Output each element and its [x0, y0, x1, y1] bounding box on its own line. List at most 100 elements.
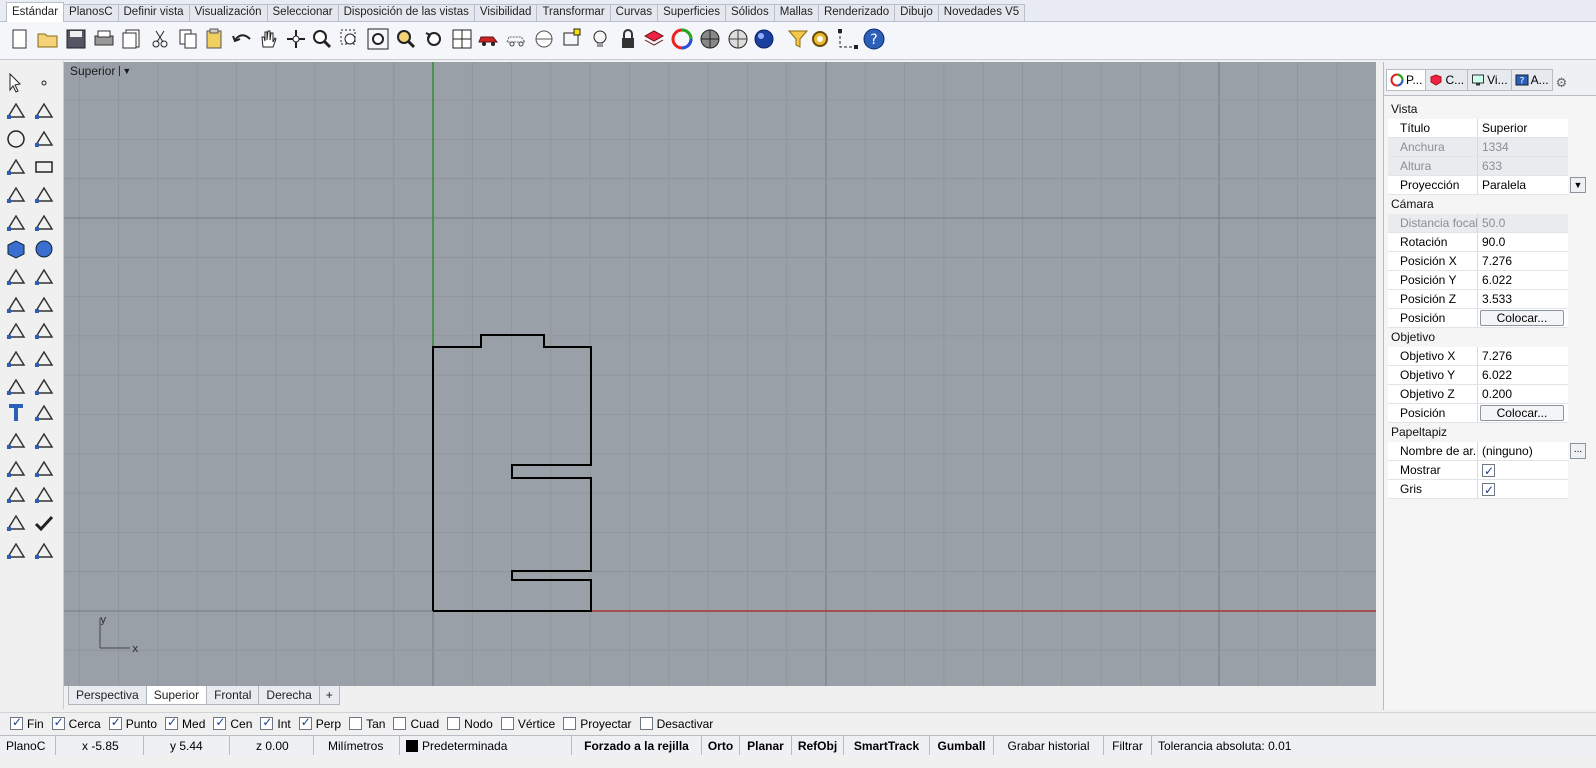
- panel-tab-properties[interactable]: P...: [1386, 69, 1427, 91]
- cut-icon[interactable]: [148, 27, 172, 51]
- osnap-11[interactable]: Proyectar: [563, 717, 632, 731]
- zoom-selected-icon[interactable]: [394, 27, 418, 51]
- dimension-vertical-icon[interactable]: [32, 483, 56, 507]
- polygon-icon[interactable]: [4, 155, 28, 179]
- status-smarttrack-button[interactable]: SmartTrack: [844, 736, 930, 755]
- open-folder-icon[interactable]: [36, 27, 60, 51]
- layer-icon[interactable]: [642, 27, 666, 51]
- box-solid-icon[interactable]: [4, 237, 28, 261]
- new-file-icon[interactable]: [8, 27, 32, 51]
- posy-field[interactable]: 6.022: [1478, 271, 1568, 289]
- box-edit-icon[interactable]: [4, 211, 28, 235]
- posx-field[interactable]: 7.276: [1478, 252, 1568, 270]
- render-icon[interactable]: [32, 539, 56, 563]
- trim-icon[interactable]: [4, 319, 28, 343]
- menu-tab-9[interactable]: Superficies: [657, 4, 726, 21]
- mesh-icon[interactable]: [32, 457, 56, 481]
- status-grid-snap-button[interactable]: Forzado a la rejilla: [572, 736, 702, 755]
- lock-icon[interactable]: [616, 27, 640, 51]
- menu-tab-12[interactable]: Renderizado: [817, 4, 896, 21]
- viewport-menu-caret-icon[interactable]: ▼: [119, 66, 131, 76]
- menu-tab-6[interactable]: Visibilidad: [473, 4, 538, 21]
- gris-checkbox[interactable]: [1482, 481, 1495, 499]
- osnap-checkbox[interactable]: [500, 717, 514, 730]
- check-icon[interactable]: [32, 511, 56, 535]
- objx-field[interactable]: 7.276: [1478, 347, 1568, 365]
- menu-tab-5[interactable]: Disposición de las vistas: [337, 4, 475, 21]
- menu-tab-13[interactable]: Dibujo: [894, 4, 939, 21]
- fillet-icon[interactable]: [32, 375, 56, 399]
- osnap-checkbox[interactable]: [165, 715, 179, 730]
- osnap-checkbox[interactable]: [349, 717, 363, 730]
- fillet-curve-icon[interactable]: [32, 183, 56, 207]
- group-icon[interactable]: [4, 429, 28, 453]
- menu-tab-11[interactable]: Mallas: [773, 4, 819, 21]
- status-cplane[interactable]: PlanoC: [0, 736, 56, 755]
- help-circle-icon[interactable]: ?: [862, 27, 886, 51]
- filter-icon[interactable]: [786, 27, 810, 51]
- status-history-button[interactable]: Grabar historial: [994, 736, 1104, 755]
- osnap-9[interactable]: Nodo: [447, 717, 493, 731]
- polyline-icon[interactable]: [4, 99, 28, 123]
- objy-field[interactable]: 6.022: [1478, 366, 1568, 384]
- osnap-checkbox[interactable]: [10, 715, 23, 730]
- menu-tab-4[interactable]: Seleccionar: [266, 4, 339, 21]
- osnap-2[interactable]: Punto: [108, 715, 157, 731]
- status-planar-button[interactable]: Planar: [740, 736, 792, 755]
- status-units[interactable]: Milímetros: [314, 736, 400, 755]
- menu-tab-7[interactable]: Transformar: [536, 4, 611, 21]
- undo-icon[interactable]: [230, 27, 254, 51]
- osnap-10[interactable]: Vértice: [500, 717, 555, 731]
- mostrar-checkbox[interactable]: [1482, 462, 1495, 480]
- array-icon[interactable]: [32, 347, 56, 371]
- layout-icon[interactable]: [32, 429, 56, 453]
- osnap-6[interactable]: Perp: [298, 715, 341, 731]
- boolean-icon[interactable]: [4, 347, 28, 371]
- zoom-icon[interactable]: [310, 27, 334, 51]
- camera-place-button[interactable]: Colocar...: [1480, 310, 1564, 326]
- cylinder-icon[interactable]: [4, 265, 28, 289]
- panel-tab-help[interactable]: ? A...: [1510, 69, 1553, 91]
- projection-dropdown-icon[interactable]: ▼: [1570, 177, 1586, 193]
- viewport-tab-perspectiva[interactable]: Perspectiva: [68, 686, 147, 705]
- light-bulb-icon[interactable]: [588, 27, 612, 51]
- projection-select[interactable]: Paralela ▼: [1478, 176, 1586, 194]
- select-arrow-icon[interactable]: [4, 71, 28, 95]
- osnap-checkbox[interactable]: [213, 715, 227, 730]
- solid-tools-icon[interactable]: [4, 539, 28, 563]
- undo-view-icon[interactable]: [422, 27, 446, 51]
- save-icon[interactable]: [64, 27, 88, 51]
- zoom-extents-icon[interactable]: [366, 27, 390, 51]
- menu-tab-0[interactable]: Estándar: [6, 2, 65, 22]
- viewport-canvas[interactable]: yx: [64, 62, 1376, 686]
- sphere-shaded-icon[interactable]: [698, 27, 722, 51]
- viewport-title-label[interactable]: Superior: [70, 64, 115, 78]
- osnap-8[interactable]: Cuad: [393, 717, 439, 731]
- surface-icon[interactable]: [32, 265, 56, 289]
- osnap-checkbox[interactable]: [260, 715, 274, 730]
- offset-icon[interactable]: [4, 375, 28, 399]
- viewport-title[interactable]: Superior ▼: [70, 64, 131, 78]
- menu-tab-14[interactable]: Novedades V5: [937, 4, 1026, 21]
- add-viewport-tab-icon[interactable]: +: [318, 686, 340, 705]
- wireframe-car-icon[interactable]: [504, 27, 528, 51]
- split-icon[interactable]: [32, 319, 56, 343]
- browse-button[interactable]: ...: [1570, 443, 1586, 459]
- row-titulo-value[interactable]: Superior: [1478, 119, 1568, 137]
- grid-array-icon[interactable]: [4, 483, 28, 507]
- gear-settings-icon[interactable]: [4, 293, 28, 317]
- osnap-checkbox[interactable]: [108, 715, 122, 730]
- menu-tab-3[interactable]: Visualización: [188, 4, 268, 21]
- rectangle-icon[interactable]: [32, 155, 56, 179]
- viewport-tab-frontal[interactable]: Frontal: [206, 686, 260, 705]
- posz-field[interactable]: 3.533: [1478, 290, 1568, 308]
- osnap-checkbox[interactable]: [447, 717, 461, 730]
- status-gumball-button[interactable]: Gumball: [930, 736, 994, 755]
- text-icon[interactable]: [4, 401, 28, 425]
- circle-icon[interactable]: [4, 127, 28, 151]
- sphere-blue-icon[interactable]: [752, 27, 776, 51]
- menu-tab-10[interactable]: Sólidos: [724, 4, 775, 21]
- viewport-superior[interactable]: yx Superior ▼: [64, 62, 1376, 686]
- status-osnap-button[interactable]: RefObj: [792, 736, 844, 755]
- point-icon[interactable]: [32, 71, 56, 95]
